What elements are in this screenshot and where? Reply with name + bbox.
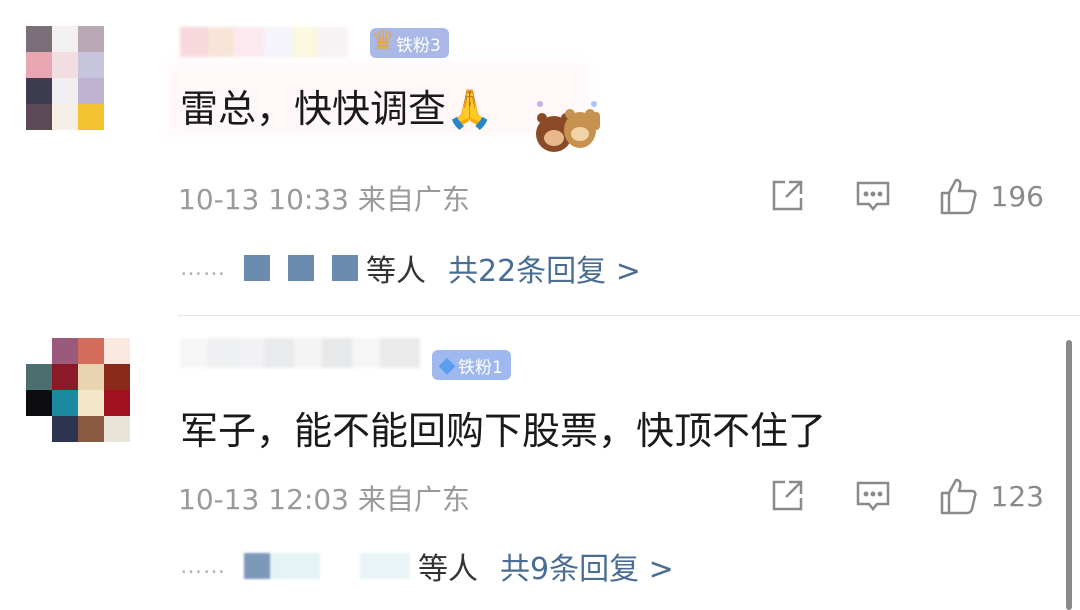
view-replies-link[interactable]: 共9条回复 >	[500, 544, 674, 588]
more-dots: ……	[180, 255, 226, 281]
comment-icon	[856, 181, 889, 212]
like-icon-wrapper	[939, 176, 979, 216]
crown-icon: ♛	[371, 26, 395, 56]
fan-badge[interactable]: ♛ 铁粉3	[370, 26, 449, 58]
avatar[interactable]	[26, 338, 130, 442]
location: 来自广东	[357, 183, 470, 216]
replier-names-blurred	[244, 553, 410, 579]
comment-list: ♛ 铁粉3 雷总，快快调查🙏 10-13 10:33 来自广东 196 …… 等…	[0, 0, 1080, 610]
share-icon	[772, 180, 802, 211]
share-button[interactable]	[767, 476, 807, 516]
bear-sticker-icon	[536, 101, 600, 152]
share-button[interactable]	[767, 176, 807, 216]
reply-button[interactable]	[853, 176, 893, 216]
timestamp: 10-13 12:03	[178, 483, 349, 516]
fan-badge-label: 铁粉3	[396, 35, 441, 56]
thumbs-up-icon	[940, 478, 977, 515]
like-count: 196	[990, 179, 1044, 213]
location: 来自广东	[357, 483, 470, 516]
diamond-icon: ◆	[438, 352, 456, 378]
like-count: 123	[990, 479, 1044, 513]
reply-summary[interactable]: …… 等人 共22条回复 >	[180, 246, 641, 290]
fan-badge-label: 铁粉1	[458, 357, 503, 378]
scrollbar[interactable]	[1066, 340, 1072, 610]
username-blurred[interactable]	[180, 338, 420, 368]
reply-button[interactable]	[853, 476, 893, 516]
comment-icon	[856, 481, 889, 512]
comment-meta: 10-13 12:03 来自广东	[178, 478, 470, 518]
comment-item: ◆ 铁粉1 军子，能不能回购下股票，快顶不住了 10-13 12:03 来自广东	[0, 316, 1080, 610]
reply-suffix: 等人	[366, 254, 426, 289]
comment-text: 雷总，快快调查🙏	[180, 78, 493, 133]
comment-actions: 196	[721, 176, 1044, 216]
thumbs-up-icon	[940, 178, 977, 215]
reply-suffix: 等人	[418, 552, 478, 587]
praying-hands-icon: 🙏	[446, 87, 494, 131]
comment-item: ♛ 铁粉3 雷总，快快调查🙏 10-13 10:33 来自广东 196 …… 等…	[0, 0, 1080, 316]
username-blurred[interactable]	[180, 27, 360, 57]
like-button[interactable]: 196	[939, 176, 1044, 216]
comment-body: 雷总，快快调查	[180, 87, 447, 131]
comment-meta: 10-13 10:33 来自广东	[178, 178, 470, 218]
reply-summary[interactable]: …… 等人 共9条回复 >	[180, 544, 674, 588]
fan-badge[interactable]: ◆ 铁粉1	[432, 350, 511, 380]
timestamp: 10-13 10:33	[178, 183, 349, 216]
comment-actions: 123	[721, 476, 1044, 516]
avatar[interactable]	[26, 26, 130, 130]
comment-text: 军子，能不能回购下股票，快顶不住了	[180, 400, 826, 455]
more-dots: ……	[180, 553, 226, 579]
share-icon	[772, 480, 802, 511]
view-replies-link[interactable]: 共22条回复 >	[448, 246, 641, 290]
like-button[interactable]: 123	[939, 476, 1044, 516]
like-icon-wrapper	[939, 476, 979, 516]
replier-names-blurred	[244, 255, 358, 281]
comment-body: 军子，能不能回购下股票，快顶不住了	[180, 409, 827, 453]
